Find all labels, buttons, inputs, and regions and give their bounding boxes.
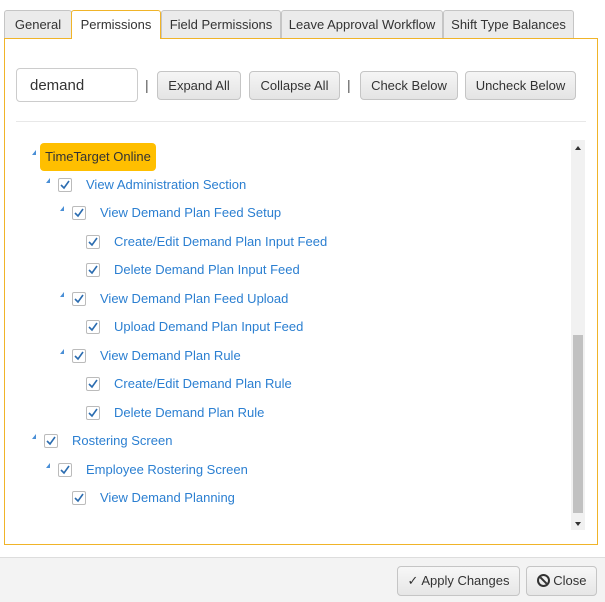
collapse-toggle-icon[interactable]: [46, 462, 50, 468]
scroll-down-icon[interactable]: [575, 522, 581, 526]
check-icon: ✓: [407, 573, 419, 588]
tree-node-label[interactable]: View Administration Section: [86, 177, 246, 192]
tree-node-label[interactable]: Create/Edit Demand Plan Input Feed: [114, 234, 327, 249]
check-icon: [88, 322, 98, 332]
divider: [16, 121, 586, 122]
checkbox[interactable]: [72, 348, 86, 363]
check-icon: [74, 351, 84, 360]
tree-node-label[interactable]: Delete Demand Plan Input Feed: [114, 262, 300, 277]
search-input[interactable]: [16, 68, 138, 102]
collapse-toggle-icon[interactable]: [60, 291, 64, 297]
check-icon: [74, 294, 84, 304]
checkbox[interactable]: [58, 462, 72, 477]
collapse-toggle-icon[interactable]: [32, 434, 36, 440]
checkbox[interactable]: [86, 405, 100, 420]
separator: |: [347, 77, 351, 93]
tree-node-label[interactable]: Delete Demand Plan Rule: [114, 405, 264, 420]
check-icon: [74, 208, 84, 218]
checkbox[interactable]: [44, 434, 58, 449]
check-icon: [46, 436, 56, 446]
apply-changes-label: Apply Changes: [421, 573, 510, 588]
tree-root-node[interactable]: TimeTarget Online: [40, 143, 156, 171]
collapse-toggle-icon[interactable]: [46, 178, 50, 183]
checkbox[interactable]: [86, 263, 100, 278]
scrollbar[interactable]: [571, 140, 585, 530]
check-icon: [88, 237, 98, 247]
tree-node-label[interactable]: Employee Rostering Screen: [86, 462, 248, 477]
scroll-up-icon[interactable]: [575, 146, 581, 150]
check-icon: [60, 180, 70, 190]
check-icon: [88, 379, 98, 389]
check-icon: [74, 493, 84, 503]
close-label: Close: [553, 573, 587, 588]
tree-node-label[interactable]: View Demand Planning: [100, 490, 235, 505]
checkbox[interactable]: [58, 178, 72, 192]
apply-changes-button[interactable]: ✓ Apply Changes: [397, 566, 520, 596]
checkbox[interactable]: [86, 234, 100, 249]
tree-node-label[interactable]: Rostering Screen: [72, 433, 172, 448]
checkbox[interactable]: [86, 377, 100, 392]
check-icon: [60, 465, 70, 474]
tab-field-permissions[interactable]: Field Permissions: [161, 10, 281, 38]
tree-node-label[interactable]: View Demand Plan Feed Upload: [100, 291, 288, 306]
checkbox[interactable]: [72, 291, 86, 306]
check-icon: [88, 265, 98, 275]
collapse-all-button[interactable]: Collapse All: [249, 71, 340, 100]
checkbox[interactable]: [86, 320, 100, 335]
check-below-button[interactable]: Check Below: [360, 71, 458, 100]
uncheck-below-button[interactable]: Uncheck Below: [465, 71, 576, 100]
checkbox[interactable]: [72, 490, 86, 505]
close-button[interactable]: Close: [526, 566, 597, 596]
tab-shift-type-balances[interactable]: Shift Type Balances: [443, 10, 574, 38]
tree-node-label[interactable]: Upload Demand Plan Input Feed: [114, 319, 303, 334]
tab-general[interactable]: General: [4, 10, 72, 38]
tree-node-label[interactable]: Create/Edit Demand Plan Rule: [114, 376, 292, 391]
tab-permissions[interactable]: Permissions: [71, 10, 161, 39]
collapse-toggle-icon[interactable]: [32, 150, 36, 155]
expand-all-button[interactable]: Expand All: [157, 71, 241, 100]
tree-node-label[interactable]: View Demand Plan Feed Setup: [100, 205, 281, 220]
check-icon: [88, 408, 98, 417]
tab-leave-approval-workflow[interactable]: Leave Approval Workflow: [281, 10, 443, 38]
tree-node-label[interactable]: View Demand Plan Rule: [100, 348, 241, 363]
separator: |: [145, 77, 149, 93]
checkbox[interactable]: [72, 206, 86, 221]
collapse-toggle-icon[interactable]: [60, 206, 64, 212]
ban-icon: [536, 574, 550, 587]
scrollbar-thumb[interactable]: [573, 335, 583, 513]
collapse-toggle-icon[interactable]: [60, 348, 64, 354]
